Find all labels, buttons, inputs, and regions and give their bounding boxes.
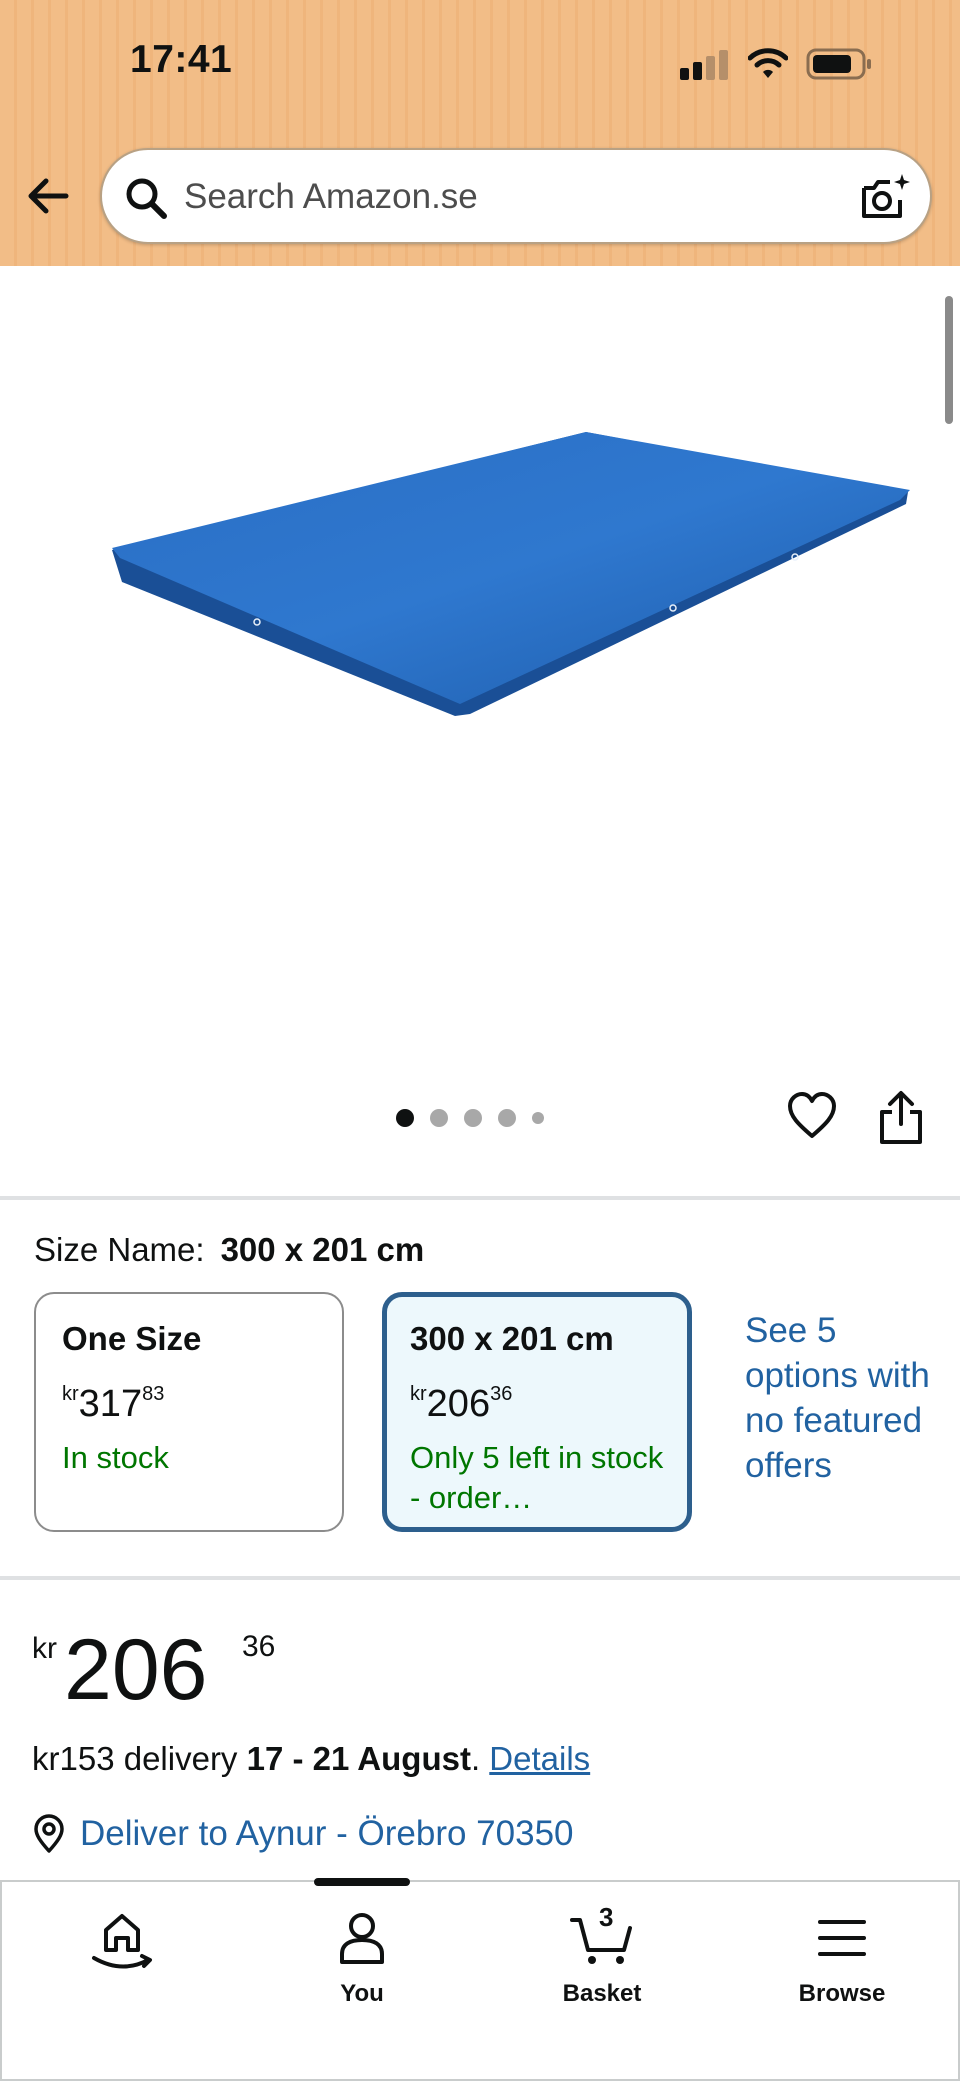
- size-option-300x201[interactable]: 300 x 201 cm kr20636 Only 5 left in stoc…: [382, 1292, 692, 1532]
- active-tab-indicator: [314, 1878, 410, 1886]
- section-divider: [0, 1196, 960, 1200]
- status-time: 17:41: [130, 38, 233, 81]
- deliver-to-text: Deliver to Aynur - Örebro 70350: [80, 1814, 574, 1853]
- section-divider: [0, 1576, 960, 1580]
- delivery-dates: 17 - 21 August: [246, 1740, 471, 1777]
- pagination-dot[interactable]: [498, 1109, 516, 1127]
- price-whole: 206: [64, 1622, 208, 1718]
- option-price-fraction: 36: [490, 1383, 513, 1405]
- option-price-whole: 317: [78, 1383, 143, 1425]
- option-name: One Size: [62, 1320, 202, 1357]
- option-price-whole: 206: [426, 1383, 491, 1425]
- deliver-to-location[interactable]: Deliver to Aynur - Örebro 70350: [32, 1812, 574, 1856]
- option-price: kr31783: [62, 1372, 316, 1426]
- size-label-text: Size Name:: [34, 1231, 205, 1268]
- location-pin-icon: [34, 1814, 64, 1853]
- pagination-dot[interactable]: [396, 1109, 414, 1127]
- camera-search-icon[interactable]: [856, 170, 912, 226]
- nav-label: You: [340, 1980, 384, 2007]
- option-currency: kr: [410, 1383, 427, 1405]
- price-currency: kr: [32, 1632, 57, 1665]
- image-pagination[interactable]: [396, 1106, 544, 1130]
- back-arrow-icon[interactable]: [22, 168, 78, 224]
- details-link[interactable]: Details: [489, 1740, 590, 1777]
- nav-basket[interactable]: 3 Basket: [522, 1902, 682, 2014]
- menu-icon: [818, 1920, 866, 1956]
- bottom-navigation: You 3 Basket Browse: [0, 1878, 960, 2081]
- option-stock-status: In stock: [62, 1440, 169, 1475]
- home-smile-icon: [92, 1914, 152, 1969]
- nav-label: Browse: [798, 1980, 886, 2007]
- battery-icon: [806, 48, 871, 80]
- pagination-dot[interactable]: [430, 1109, 448, 1127]
- wifi-icon: [748, 48, 788, 78]
- nav-you[interactable]: You: [282, 1904, 442, 2014]
- option-price-fraction: 83: [142, 1383, 165, 1405]
- product-image[interactable]: [100, 420, 920, 730]
- person-icon: [340, 1913, 384, 1964]
- size-selected-value: 300 x 201 cm: [220, 1231, 425, 1268]
- size-option-one-size[interactable]: One Size kr31783 In stock: [34, 1292, 344, 1532]
- cellular-signal-icon: [680, 50, 732, 80]
- nav-label: Basket: [562, 1980, 642, 2007]
- product-image-gallery[interactable]: [0, 266, 960, 1196]
- delivery-fee: kr153 delivery: [32, 1740, 238, 1777]
- delivery-info: kr153 delivery 17 - 21 August. Details: [32, 1740, 590, 1778]
- option-currency: kr: [62, 1383, 79, 1405]
- pagination-dot[interactable]: [464, 1109, 482, 1127]
- option-price: kr20636: [410, 1372, 664, 1426]
- option-stock-status: Only 5 left in stock - order…: [410, 1440, 664, 1515]
- scrollbar[interactable]: [945, 296, 953, 424]
- nav-home[interactable]: [42, 1904, 202, 2014]
- header: 17:41 Search Amazon.se: [0, 0, 960, 266]
- nav-browse[interactable]: Browse: [762, 1904, 922, 2014]
- search-input[interactable]: Search Amazon.se: [100, 148, 932, 244]
- see-more-options-link[interactable]: See 5 options with no featured offers: [745, 1308, 945, 1488]
- pagination-dot[interactable]: [532, 1112, 544, 1124]
- size-name-label: Size Name: 300 x 201 cm: [34, 1231, 424, 1269]
- delivery-period: .: [470, 1740, 481, 1777]
- search-icon: [126, 178, 167, 219]
- price-fraction: 36: [242, 1630, 276, 1663]
- basket-count-badge: 3: [599, 1902, 614, 1932]
- option-name: 300 x 201 cm: [410, 1320, 614, 1357]
- search-placeholder: Search Amazon.se: [184, 177, 478, 216]
- heart-icon[interactable]: [786, 1090, 838, 1142]
- share-icon[interactable]: [876, 1090, 926, 1146]
